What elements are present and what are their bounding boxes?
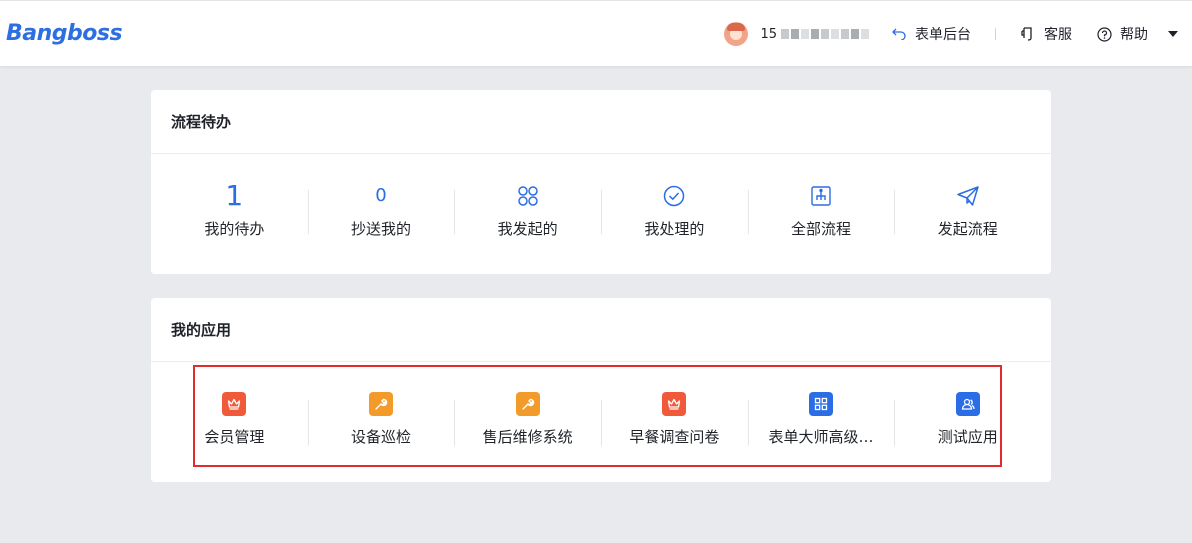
my-apps-row: 会员管理 设备巡检 售后维修系统 早餐调查问卷 表单大师高级… 测试应用	[151, 362, 1051, 472]
crown-icon	[222, 392, 247, 416]
apps-icon	[517, 176, 539, 216]
start-process-label: 发起流程	[937, 220, 998, 238]
my-handled-label: 我处理的	[644, 220, 705, 238]
brand-logo[interactable]: Bangboss	[6, 21, 123, 46]
my-todo-count: 1	[225, 179, 244, 212]
customer-service-label: 客服	[1044, 27, 1072, 43]
app-member-management[interactable]: 会员管理	[161, 392, 308, 472]
my-initiated-item[interactable]: 我发起的	[454, 176, 601, 272]
my-apps-title: 我的应用	[151, 298, 1051, 362]
app-label: 早餐调查问卷	[629, 428, 720, 446]
cc-to-me-item[interactable]: 0 抄送我的	[307, 176, 455, 272]
my-apps-card: 我的应用 会员管理 设备巡检 售后维修系统 早餐调查问卷 表单大师高级… 测试应…	[151, 298, 1051, 482]
customer-service-link[interactable]: 客服	[1020, 24, 1072, 44]
paper-plane-icon	[956, 176, 979, 216]
username[interactable]: 15	[760, 27, 777, 42]
all-processes-item[interactable]: 全部流程	[747, 176, 895, 272]
app-label: 售后维修系统	[482, 428, 573, 446]
start-process-item[interactable]: 发起流程	[894, 176, 1041, 272]
app-label: 表单大师高级…	[768, 428, 874, 446]
form-backend-label: 表单后台	[915, 27, 971, 43]
my-handled-item[interactable]: 我处理的	[601, 176, 748, 272]
app-label: 会员管理	[204, 428, 265, 446]
masked-username	[781, 29, 869, 39]
chevron-down-icon[interactable]	[1168, 31, 1178, 37]
crown-icon	[662, 392, 687, 416]
app-after-sales-repair[interactable]: 售后维修系统	[454, 392, 601, 472]
users-icon	[955, 392, 980, 416]
check-circle-icon	[663, 176, 685, 216]
header-right: 15 表单后台 客服 帮助	[724, 1, 1180, 67]
org-chart-icon	[811, 176, 831, 216]
all-processes-label: 全部流程	[791, 220, 852, 238]
app-breakfast-survey[interactable]: 早餐调查问卷	[601, 392, 748, 472]
wrench-icon	[515, 392, 540, 416]
form-backend-link[interactable]: 表单后台	[891, 24, 971, 44]
grid-icon	[809, 392, 834, 416]
cc-to-me-label: 抄送我的	[351, 220, 412, 238]
my-todo-item[interactable]: 1 我的待办	[161, 176, 308, 272]
app-equipment-inspection[interactable]: 设备巡检	[307, 392, 455, 472]
process-todo-card: 流程待办 1 我的待办 0 抄送我的 我发起的 我处理的 全部流程 发起流程	[151, 90, 1051, 274]
phone-icon	[1020, 26, 1036, 42]
help-link[interactable]: 帮助	[1096, 24, 1148, 44]
wrench-icon	[369, 392, 393, 416]
help-circle-icon	[1096, 26, 1112, 42]
process-todo-title: 流程待办	[151, 90, 1051, 154]
avatar[interactable]	[724, 22, 749, 46]
app-label: 设备巡检	[351, 428, 412, 446]
app-label: 测试应用	[937, 428, 998, 446]
my-initiated-label: 我发起的	[497, 220, 558, 238]
app-form-master-advanced[interactable]: 表单大师高级…	[747, 392, 895, 472]
process-todo-row: 1 我的待办 0 抄送我的 我发起的 我处理的 全部流程 发起流程	[151, 154, 1051, 272]
return-icon	[891, 26, 907, 42]
help-label: 帮助	[1120, 27, 1148, 43]
divider	[995, 28, 996, 40]
my-todo-label: 我的待办	[204, 220, 265, 238]
top-header: Bangboss 15 表单后台 客服 帮助	[0, 0, 1192, 66]
app-test-application[interactable]: 测试应用	[894, 392, 1041, 472]
cc-to-me-count: 0	[375, 185, 387, 206]
